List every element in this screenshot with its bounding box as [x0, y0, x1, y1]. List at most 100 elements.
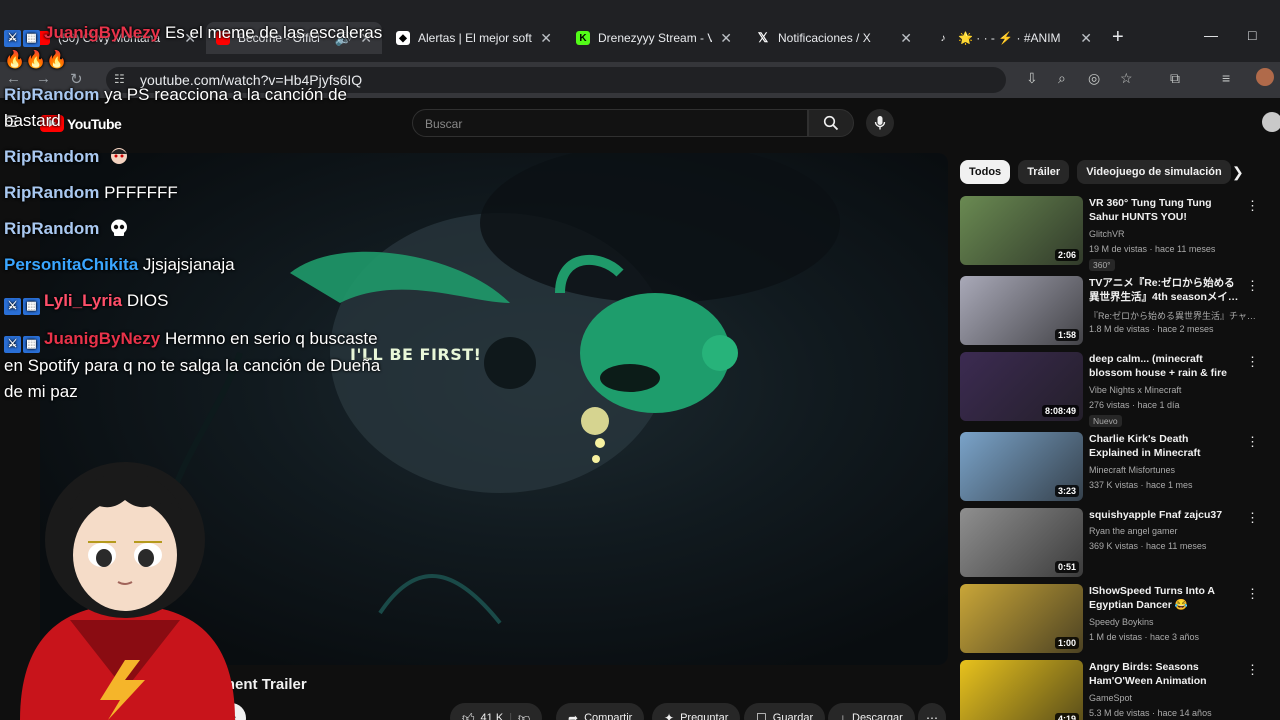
search-icon: [823, 115, 839, 131]
recommendation-item[interactable]: 0:51 squishyapple Fnaf zajcu37 Ryan the an…: [960, 508, 1260, 578]
more-vertical-icon[interactable]: ⋮: [1246, 354, 1259, 370]
tab-tiktok-anim[interactable]: ♪ 🌟 · · - ⚡ · #ANIM ✕: [926, 22, 1102, 54]
minimize-icon[interactable]: —: [1204, 27, 1218, 43]
zoom-icon[interactable]: ⌕: [1058, 70, 1066, 87]
tab-alertas[interactable]: ◆ Alertas | El mejor soft ✕: [386, 22, 562, 54]
more-vertical-icon[interactable]: ⋮: [1246, 662, 1259, 678]
tab-notificaciones-x[interactable]: 𝕏 Notificaciones / X ✕: [746, 22, 922, 54]
close-tab-icon[interactable]: ✕: [720, 30, 732, 47]
video-thumbnail[interactable]: 8:08:49: [960, 352, 1083, 421]
chat-message: RipRandom: [4, 144, 384, 170]
maximize-icon[interactable]: □: [1248, 27, 1256, 43]
chat-message: ⚔ ▦ JuanigByNezy Es el meme de las escaler…: [4, 20, 384, 73]
recommendation-title[interactable]: Angry Birds: Seasons Ham'O'Ween Animatio…: [1089, 660, 1239, 688]
bookmark-star-icon[interactable]: ☆: [1120, 70, 1133, 87]
close-tab-icon[interactable]: ✕: [1080, 30, 1092, 47]
view-meta: 5.3 M de vistas · hace 14 años: [1089, 708, 1212, 718]
tab-label: 🌟 · · - ⚡ · #ANIM: [958, 31, 1061, 45]
recommendation-title[interactable]: TVアニメ『Re:ゼロから始める異世界生活』4th seasonメイ…: [1089, 276, 1239, 304]
chat-username: RipRandom: [4, 147, 100, 166]
duration-badge: 2:06: [1054, 249, 1079, 261]
more-vertical-icon[interactable]: ⋮: [1246, 198, 1259, 214]
recommendation-item[interactable]: 1:00 IShowSpeed Turns Into A Egyptian Dan…: [960, 584, 1260, 654]
channel-name[interactable]: Speedy Boykins: [1089, 617, 1154, 627]
channel-name[interactable]: Vibe Nights x Minecraft: [1089, 385, 1181, 395]
recommendation-badge: 360°: [1089, 259, 1115, 271]
moderator-badge-icon: ⚔: [4, 297, 21, 315]
video-thumbnail[interactable]: 1:00: [960, 584, 1083, 653]
close-tab-icon[interactable]: ✕: [900, 30, 912, 47]
chat-message: ⚔ ▦ Lyli_Lyria DIOS: [4, 288, 384, 315]
chat-text: PFFFFFF: [104, 183, 178, 202]
video-thumbnail[interactable]: 3:23: [960, 432, 1083, 501]
ask-button[interactable]: ✦ Preguntar: [652, 703, 741, 720]
share-button[interactable]: ➦ Compartir: [556, 703, 645, 720]
channel-name[interactable]: Minecraft Misfortunes: [1089, 465, 1175, 475]
face-emote-icon: [111, 148, 128, 164]
chevron-right-icon[interactable]: ❯: [1232, 164, 1244, 181]
install-app-icon[interactable]: ⇩: [1026, 70, 1038, 87]
chat-message: ⚔ ▦ JuanigByNezy Hermno en serio q buscast…: [4, 326, 384, 405]
video-thumbnail[interactable]: 2:06: [960, 196, 1083, 265]
duration-badge: 4:19: [1054, 713, 1079, 720]
vtuber-avatar: [20, 462, 235, 720]
diamond-favicon-icon: ◆: [396, 31, 410, 45]
chat-username: Lyli_Lyria: [44, 291, 123, 310]
chip-todos[interactable]: Todos: [960, 160, 1011, 184]
recommendation-title[interactable]: Charlie Kirk's Death Explained in Minecr…: [1089, 432, 1239, 460]
recommendation-title[interactable]: squishyapple Fnaf zajcu37: [1089, 508, 1239, 522]
chip-simulation-game[interactable]: Videojuego de simulación: [1077, 160, 1231, 184]
tab-label: Alertas | El mejor soft: [418, 31, 532, 45]
account-avatar[interactable]: [1262, 112, 1280, 132]
channel-name[interactable]: 『Re:ゼロから始める異世界生活』チャ…: [1089, 309, 1256, 322]
tab-drenezyyy-stream[interactable]: K Drenezyyy Stream - V ✕: [566, 22, 742, 54]
kick-favicon-icon: K: [576, 31, 590, 45]
close-tab-icon[interactable]: ✕: [540, 30, 552, 47]
tab-label: Notificaciones / X: [778, 31, 871, 45]
chat-badges: ⚔ ▦: [4, 297, 40, 315]
reading-list-icon[interactable]: ≡: [1222, 70, 1230, 86]
new-tab-icon[interactable]: +: [1112, 26, 1124, 49]
more-vertical-icon[interactable]: ⋮: [1246, 434, 1259, 450]
recommendation-item[interactable]: 3:23 Charlie Kirk's Death Explained in Mi…: [960, 432, 1260, 502]
recommendation-title[interactable]: deep calm... (minecraft blossom house + …: [1089, 352, 1239, 381]
more-vertical-icon[interactable]: ⋮: [1246, 586, 1259, 602]
duration-badge: 0:51: [1054, 561, 1079, 573]
more-actions-button[interactable]: ⋯: [918, 703, 946, 720]
channel-name[interactable]: GlitchVR: [1089, 229, 1125, 239]
recommendation-title[interactable]: IShowSpeed Turns Into A Egyptian Dancer …: [1089, 584, 1239, 612]
channel-name[interactable]: GameSpot: [1089, 693, 1132, 703]
chat-badges: ⚔ ▦: [4, 335, 40, 353]
recommendation-item[interactable]: 2:06 VR 360° Tung Tung Tung Sahur HUNTS Y…: [960, 196, 1260, 271]
chip-trailer[interactable]: Tráiler: [1018, 160, 1070, 184]
download-button[interactable]: ↓ Descargar: [828, 703, 915, 720]
video-thumbnail[interactable]: 4:19: [960, 660, 1083, 720]
more-vertical-icon[interactable]: ⋮: [1246, 278, 1259, 294]
recommendation-item[interactable]: 8:08:49 deep calm... (minecraft blossom h…: [960, 352, 1260, 427]
search-input[interactable]: Buscar: [412, 109, 808, 137]
voice-search-button[interactable]: [866, 109, 894, 137]
search-button[interactable]: [808, 109, 854, 137]
like-button[interactable]: 👍︎ 41 K | 👎︎: [450, 703, 543, 720]
chat-username: RipRandom: [4, 85, 100, 104]
extensions-icon[interactable]: ⧉: [1170, 70, 1180, 87]
chat-text: DIOS: [126, 291, 169, 310]
recommendation-item[interactable]: 1:58 TVアニメ『Re:ゼロから始める異世界生活』4th seasonメイ… 『…: [960, 276, 1260, 346]
recommendation-item[interactable]: 4:19 Angry Birds: Seasons Ham'O'Ween Anim…: [960, 660, 1260, 720]
thumbs-down-icon[interactable]: 👎︎: [518, 711, 530, 720]
search-placeholder: Buscar: [425, 117, 463, 131]
save-label: Guardar: [772, 712, 814, 720]
eye-off-icon[interactable]: ◎: [1088, 70, 1100, 87]
screen: (50) Chvy Montana ✕ Become - Offici 🔊 ✕ …: [0, 0, 1280, 720]
duration-badge: 3:23: [1054, 485, 1079, 497]
skull-emote-icon: [111, 219, 128, 236]
save-button[interactable]: ☐ Guardar: [744, 703, 826, 720]
chat-message: RipRandom ya PS reacciona a la canción d…: [4, 82, 384, 134]
recommendation-title[interactable]: VR 360° Tung Tung Tung Sahur HUNTS YOU!: [1089, 196, 1239, 224]
more-vertical-icon[interactable]: ⋮: [1246, 510, 1259, 526]
video-thumbnail[interactable]: 1:58: [960, 276, 1083, 345]
x-favicon-icon: 𝕏: [757, 30, 769, 45]
channel-name[interactable]: Ryan the angel gamer: [1089, 526, 1178, 536]
profile-avatar-icon[interactable]: [1256, 68, 1274, 86]
video-thumbnail[interactable]: 0:51: [960, 508, 1083, 577]
